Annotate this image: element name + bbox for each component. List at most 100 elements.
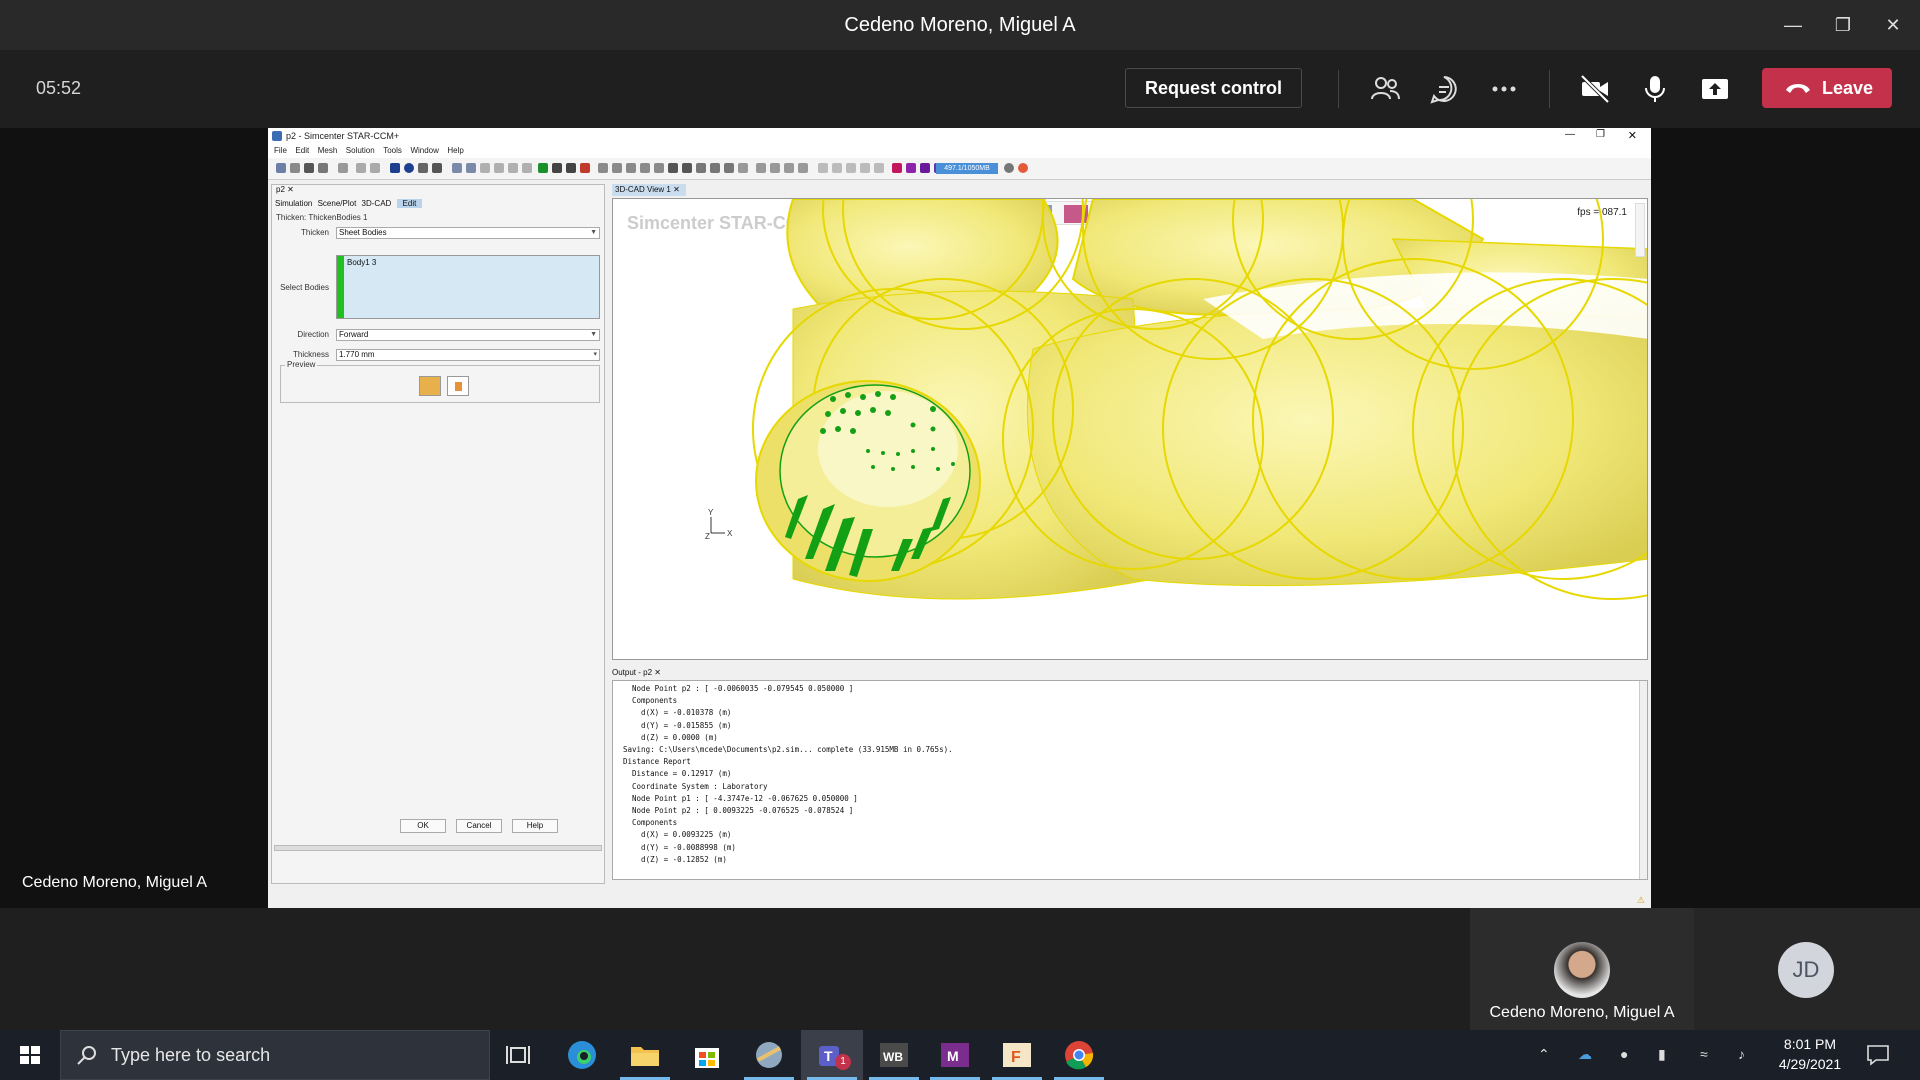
tool-icon[interactable] <box>696 163 706 173</box>
tool-icon[interactable] <box>654 163 664 173</box>
restore-icon[interactable]: ❐ <box>1596 129 1605 140</box>
tool-icon[interactable] <box>580 163 590 173</box>
tool-icon[interactable] <box>1018 163 1028 173</box>
tool-icon[interactable] <box>566 163 576 173</box>
leave-button[interactable]: Leave <box>1762 68 1892 108</box>
horizontal-scrollbar[interactable] <box>274 845 602 851</box>
tool-icon[interactable] <box>508 163 518 173</box>
tab-simulation[interactable]: Simulation <box>275 199 312 208</box>
share-screen-icon[interactable] <box>1698 72 1732 106</box>
notifications-icon[interactable] <box>1866 1044 1890 1066</box>
battery-icon[interactable]: ▮ <box>1658 1046 1678 1064</box>
tab-output[interactable]: Output - p2 ✕ <box>612 668 661 677</box>
tool-icon[interactable] <box>920 163 930 173</box>
tool-icon[interactable] <box>598 163 608 173</box>
close-icon[interactable]: ✕ <box>1628 129 1637 142</box>
tab-scene-plot[interactable]: Scene/Plot <box>318 199 357 208</box>
tab-edit[interactable]: Edit <box>396 199 423 208</box>
menu-tools[interactable]: Tools <box>383 144 402 158</box>
fluent-app-icon[interactable]: F <box>1000 1038 1034 1072</box>
thicken-select[interactable]: Sheet Bodies ▼ <box>336 227 600 239</box>
tool-icon[interactable] <box>756 163 766 173</box>
taskbar-search[interactable]: Type here to search <box>60 1030 490 1080</box>
tool-icon[interactable] <box>682 163 692 173</box>
minimize-icon[interactable]: — <box>1565 129 1575 140</box>
preview-body-icon[interactable] <box>419 376 441 396</box>
tool-icon[interactable] <box>640 163 650 173</box>
tool-icon[interactable] <box>784 163 794 173</box>
tool-icon[interactable] <box>466 163 476 173</box>
windows-start-icon[interactable] <box>0 1030 60 1080</box>
tool-icon[interactable] <box>494 163 504 173</box>
mechanical-app-icon[interactable]: M <box>938 1038 972 1072</box>
tab-3d-cad-view[interactable]: 3D-CAD View 1 ✕ <box>612 184 686 196</box>
flag-icon[interactable] <box>538 163 548 173</box>
cad-3d-viewport[interactable]: Simcenter STAR-CCM fps = 087.1 Y X Z <box>612 198 1648 660</box>
chat-icon[interactable] <box>1427 72 1461 106</box>
units-icon[interactable]: ▾ <box>593 350 597 360</box>
restore-icon[interactable]: ❐ <box>1828 10 1858 40</box>
tool-icon[interactable] <box>738 163 748 173</box>
tool-icon[interactable] <box>612 163 622 173</box>
tool-icon[interactable] <box>832 163 842 173</box>
direction-select[interactable]: Forward ▼ <box>336 329 600 341</box>
menu-window[interactable]: Window <box>410 144 438 158</box>
tool-icon[interactable] <box>818 163 828 173</box>
tool-icon[interactable] <box>668 163 678 173</box>
edge-browser-icon[interactable] <box>565 1038 599 1072</box>
tool-icon[interactable] <box>846 163 856 173</box>
stop-icon[interactable] <box>432 163 442 173</box>
more-options-icon[interactable] <box>1487 72 1521 106</box>
tool-icon[interactable] <box>452 163 462 173</box>
tool-icon[interactable] <box>480 163 490 173</box>
taskbar-clock[interactable]: 8:01 PM 4/29/2021 <box>1760 1034 1860 1074</box>
menu-file[interactable]: File <box>274 144 287 158</box>
tool-icon[interactable] <box>552 163 562 173</box>
cad-geometry[interactable]: Y X Z <box>613 199 1648 660</box>
show-hidden-icons-icon[interactable]: ⌃ <box>1538 1046 1558 1064</box>
open-icon[interactable] <box>290 163 300 173</box>
cancel-button[interactable]: Cancel <box>456 819 502 833</box>
copy-icon[interactable] <box>338 163 348 173</box>
tool-icon[interactable] <box>906 163 916 173</box>
menu-mesh[interactable]: Mesh <box>318 144 338 158</box>
pause-icon[interactable] <box>418 163 428 173</box>
help-button[interactable]: Help <box>512 819 558 833</box>
tool-icon[interactable] <box>626 163 636 173</box>
tool-icon[interactable] <box>1004 163 1014 173</box>
onedrive-icon[interactable]: ☁ <box>1578 1046 1598 1064</box>
tool-icon[interactable] <box>770 163 780 173</box>
participants-icon[interactable] <box>1368 72 1402 106</box>
camera-off-icon[interactable] <box>1578 72 1612 106</box>
tool-icon[interactable] <box>860 163 870 173</box>
tool-icon[interactable] <box>892 163 902 173</box>
task-view-icon[interactable] <box>502 1038 536 1072</box>
preview-off-icon[interactable] <box>447 376 469 396</box>
tool-icon[interactable] <box>522 163 532 173</box>
step-icon[interactable] <box>404 163 414 173</box>
new-sim-icon[interactable] <box>276 163 286 173</box>
starccm-app-icon[interactable] <box>752 1038 786 1072</box>
menu-edit[interactable]: Edit <box>295 144 309 158</box>
participant-tile[interactable]: JD <box>1694 908 1920 1030</box>
panel-tab[interactable]: p2 ✕ <box>272 185 604 197</box>
forward-icon[interactable] <box>370 163 380 173</box>
store-icon[interactable] <box>690 1038 724 1072</box>
close-icon[interactable]: ✕ <box>1878 10 1908 40</box>
save-all-icon[interactable] <box>318 163 328 173</box>
selected-body[interactable]: Body1 3 <box>347 258 376 267</box>
warning-icon[interactable]: ⚠ <box>1637 895 1645 906</box>
microphone-icon[interactable] <box>1638 72 1672 106</box>
tab-3d-cad[interactable]: 3D-CAD <box>362 199 392 208</box>
tool-icon[interactable] <box>724 163 734 173</box>
select-bodies-list[interactable]: Body1 3 <box>336 255 600 319</box>
save-icon[interactable] <box>304 163 314 173</box>
tool-icon[interactable] <box>710 163 720 173</box>
vertical-scrollbar[interactable] <box>1639 681 1647 879</box>
wifi-icon[interactable]: ≈ <box>1700 1046 1720 1064</box>
minimize-icon[interactable]: — <box>1778 10 1808 40</box>
microphone-tray-icon[interactable]: ● <box>1620 1046 1640 1064</box>
output-console[interactable]: Node Point p2 : [ -0.0060035 -0.079545 0… <box>612 680 1648 880</box>
view-side-toolbar[interactable] <box>1635 203 1645 257</box>
chrome-icon[interactable] <box>1062 1038 1096 1072</box>
